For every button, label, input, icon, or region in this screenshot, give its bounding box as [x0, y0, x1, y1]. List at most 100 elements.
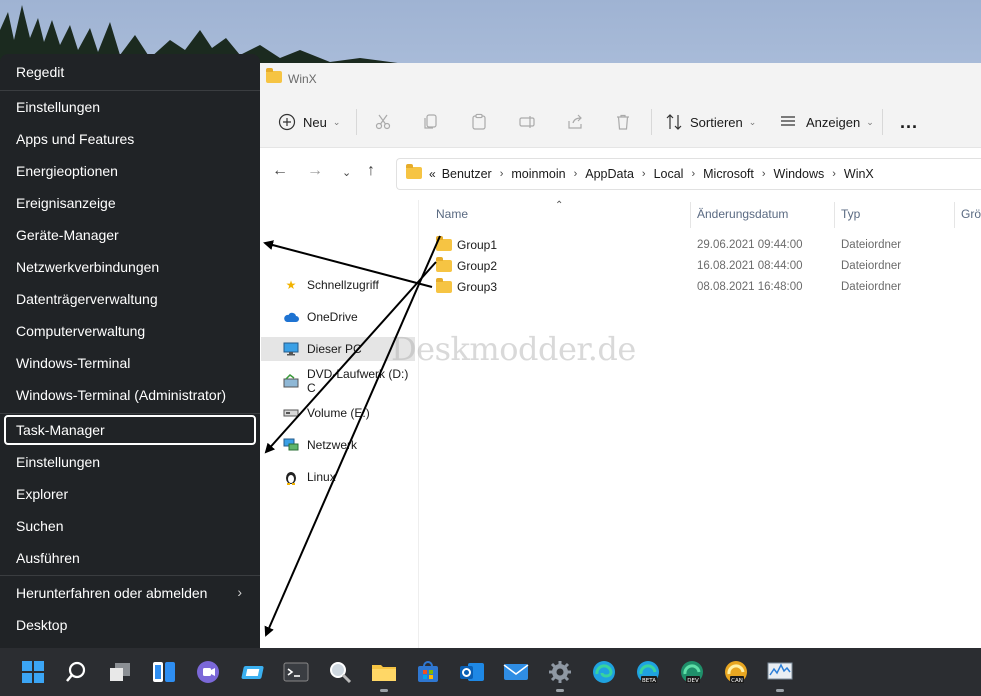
widgets-icon[interactable] — [148, 656, 180, 688]
paste-button[interactable] — [470, 97, 488, 147]
settings-icon[interactable] — [544, 656, 576, 692]
share-icon — [568, 114, 582, 129]
resource-monitor-icon[interactable] — [764, 656, 796, 692]
edge-canary-icon[interactable]: CAN — [720, 656, 752, 688]
menu-divider — [0, 575, 260, 576]
menu-divider — [0, 413, 260, 414]
sort-label: Sortieren — [690, 114, 743, 130]
view-button[interactable]: Anzeigen ⌄ — [779, 97, 874, 147]
breadcrumb-item[interactable]: WinX — [844, 167, 874, 181]
forward-arrow-icon[interactable]: → — [307, 162, 323, 180]
table-row[interactable]: Group1 29.06.2021 09:44:00 Dateiordner — [419, 235, 981, 256]
cut-button[interactable] — [374, 97, 392, 147]
table-row[interactable]: Group2 16.08.2021 08:44:00 Dateiordner — [419, 256, 981, 277]
nav-item-volume-e[interactable]: Volume (E:) — [261, 401, 415, 425]
folder-icon — [436, 236, 452, 251]
menu-item-windows-terminal-admin[interactable]: Windows-Terminal (Administrator) — [4, 380, 256, 410]
menu-item-disk-management[interactable]: Datenträgerverwaltung — [4, 284, 256, 314]
linux-penguin-icon — [283, 469, 299, 485]
more-options-button[interactable]: ... — [900, 97, 918, 147]
breadcrumb-item[interactable]: Windows — [774, 167, 825, 181]
menu-item-regedit[interactable]: Regedit — [4, 57, 256, 87]
edge-beta-icon[interactable]: BETA — [632, 656, 664, 688]
table-row[interactable]: Group3 08.08.2021 16:48:00 Dateiordner — [419, 277, 981, 298]
badge-dev: DEV — [687, 678, 699, 684]
column-header-size[interactable]: Grö — [961, 207, 981, 221]
new-label: Neu — [303, 114, 327, 130]
share-button[interactable] — [566, 97, 584, 147]
search-icon[interactable] — [60, 656, 92, 688]
chevron-right-icon[interactable]: › — [574, 168, 578, 180]
column-divider[interactable] — [954, 202, 955, 228]
breadcrumb-item[interactable]: Benutzer — [442, 167, 492, 181]
up-arrow-icon[interactable]: ↑ — [367, 162, 375, 180]
chevron-right-icon[interactable]: › — [691, 168, 695, 180]
menu-item-label: Desktop — [16, 617, 68, 633]
scissors-icon — [375, 114, 391, 130]
menu-item-desktop[interactable]: Desktop — [4, 610, 256, 640]
menu-item-network-connections[interactable]: Netzwerkverbindungen — [4, 252, 256, 282]
sort-button[interactable]: Sortieren ⌄ — [665, 97, 756, 147]
chevron-right-icon[interactable]: › — [762, 168, 766, 180]
chevron-right-icon[interactable]: › — [642, 168, 646, 180]
nav-item-dvd-drive[interactable]: DVD-Laufwerk (D:) C — [261, 367, 415, 395]
mail-icon[interactable] — [500, 656, 532, 688]
address-row: ← → ⌄ ↑ « Benutzer › moinmoin › AppData … — [258, 148, 981, 200]
delete-button[interactable] — [614, 97, 632, 147]
breadcrumb-item[interactable]: Microsoft — [703, 167, 754, 181]
task-view-icon[interactable] — [104, 656, 136, 688]
menu-item-windows-terminal[interactable]: Windows-Terminal — [4, 348, 256, 378]
nav-item-network[interactable]: Netzwerk — [261, 433, 415, 457]
nav-item-onedrive[interactable]: OneDrive — [261, 305, 415, 329]
outlook-icon[interactable] — [456, 656, 488, 688]
nav-item-label: Schnellzugriff — [307, 278, 379, 292]
drive-icon — [283, 405, 299, 421]
nav-item-linux[interactable]: Linux — [261, 465, 415, 489]
menu-item-explorer[interactable]: Explorer — [4, 479, 256, 509]
menu-item-computer-management[interactable]: Computerverwaltung — [4, 316, 256, 346]
copy-button[interactable] — [422, 97, 440, 147]
terminal-icon[interactable] — [280, 656, 312, 688]
store-icon[interactable] — [412, 656, 444, 688]
overflow-chevron-icon[interactable]: « — [429, 167, 436, 181]
column-header-name[interactable]: Name — [436, 207, 468, 221]
menu-item-event-viewer[interactable]: Ereignisanzeige — [4, 188, 256, 218]
new-button[interactable]: Neu ⌄ — [278, 97, 340, 147]
chevron-right-icon[interactable]: › — [500, 168, 504, 180]
menu-item-apps-features[interactable]: Apps und Features — [4, 124, 256, 154]
edge-dev-icon[interactable]: DEV — [676, 656, 708, 688]
menu-item-device-manager[interactable]: Geräte-Manager — [4, 220, 256, 250]
address-bar[interactable]: « Benutzer › moinmoin › AppData › Local … — [396, 158, 981, 190]
column-divider[interactable] — [690, 202, 691, 228]
nav-item-quick-access[interactable]: ★ Schnellzugriff — [261, 273, 415, 297]
back-arrow-icon[interactable]: ← — [272, 162, 288, 180]
chevron-right-icon[interactable]: › — [832, 168, 836, 180]
magnifier-icon[interactable] — [324, 656, 356, 688]
breadcrumb-item[interactable]: AppData — [585, 167, 634, 181]
nav-item-label: Netzwerk — [307, 438, 358, 452]
plus-circle-icon — [278, 113, 296, 131]
menu-item-run[interactable]: Ausführen — [4, 543, 256, 573]
menu-item-shutdown-signout[interactable]: Herunterfahren oder abmelden › — [4, 578, 256, 608]
menu-item-settings[interactable]: Einstellungen — [4, 92, 256, 122]
menu-item-search[interactable]: Suchen — [4, 511, 256, 541]
chevron-down-icon: ⌄ — [748, 116, 757, 127]
column-header-date[interactable]: Änderungsdatum — [697, 207, 788, 221]
menu-item-power-options[interactable]: Energieoptionen — [4, 156, 256, 186]
menu-item-settings-2[interactable]: Einstellungen — [4, 447, 256, 477]
windows-start-icon[interactable] — [17, 656, 49, 688]
breadcrumb-item[interactable]: moinmoin — [511, 167, 565, 181]
badge-beta: BETA — [642, 678, 656, 684]
remote-desktop-icon[interactable] — [236, 656, 268, 688]
column-header-type[interactable]: Typ — [841, 207, 860, 221]
menu-item-task-manager[interactable]: Task-Manager — [4, 415, 256, 445]
column-divider[interactable] — [834, 202, 835, 228]
teams-chat-icon[interactable] — [192, 656, 224, 688]
menu-item-label: Suchen — [16, 518, 64, 534]
rename-button[interactable] — [518, 97, 536, 147]
rename-icon — [519, 116, 535, 128]
file-explorer-icon[interactable] — [368, 656, 400, 692]
breadcrumb-item[interactable]: Local — [654, 167, 684, 181]
edge-icon[interactable] — [588, 656, 620, 688]
recent-locations-chevron-icon[interactable]: ⌄ — [342, 166, 351, 179]
